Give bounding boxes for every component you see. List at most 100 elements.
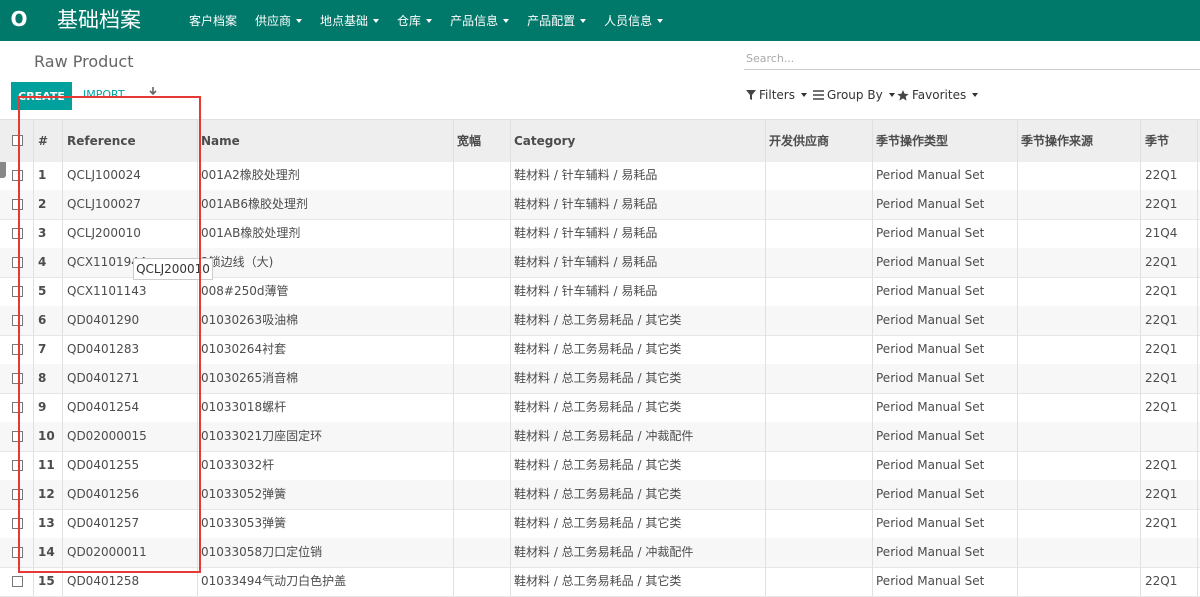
- row-checkbox[interactable]: [12, 199, 23, 210]
- column-header-category[interactable]: Category: [514, 120, 575, 162]
- reference-cell: QD0401255: [67, 458, 140, 472]
- season-op-type-cell: Period Manual Set: [876, 429, 985, 443]
- row-checkbox[interactable]: [12, 286, 23, 297]
- row-number: 3: [38, 226, 47, 240]
- column-header-name[interactable]: Name: [201, 120, 240, 162]
- row-checkbox[interactable]: [12, 431, 23, 442]
- row-number: 4: [38, 255, 47, 269]
- name-cell: 001AB橡胶处理剂: [201, 226, 301, 240]
- table-row[interactable]: 2 QCLJ100027 001AB6橡胶处理剂 鞋材料 / 针车辅料 / 易耗品 Pe…: [0, 190, 1200, 220]
- menu-label: 产品信息: [450, 13, 499, 28]
- menu-customer-files[interactable]: 客户档案: [180, 0, 246, 41]
- row-number: 5: [38, 284, 47, 298]
- category-cell: 鞋材料 / 针车辅料 / 易耗品: [514, 168, 658, 182]
- category-cell: 鞋材料 / 总工务易耗品 / 其它类: [514, 400, 682, 414]
- table-row[interactable]: 3 QCLJ200010 001AB橡胶处理剂 鞋材料 / 针车辅料 / 易耗品 Per…: [0, 219, 1200, 249]
- import-button[interactable]: IMPORT: [83, 88, 125, 101]
- menu-suppliers[interactable]: 供应商: [246, 0, 311, 41]
- season-op-type-cell: Period Manual Set: [876, 168, 985, 182]
- caret-down-icon: [373, 18, 380, 23]
- name-cell: 01030264衬套: [201, 342, 287, 356]
- select-all-checkbox[interactable]: [12, 135, 23, 146]
- name-cell: 008#250d薄管: [201, 284, 289, 298]
- menu-product-config[interactable]: 产品配置: [518, 0, 595, 41]
- row-checkbox[interactable]: [12, 228, 23, 239]
- favorites-button[interactable]: Favorites: [897, 88, 979, 102]
- row-number: 10: [38, 429, 55, 443]
- row-checkbox[interactable]: [12, 576, 23, 587]
- column-header-dev-supplier[interactable]: 开发供应商: [769, 120, 829, 162]
- season-op-type-cell: Period Manual Set: [876, 313, 985, 327]
- season-cell: 22Q1: [1145, 516, 1178, 530]
- name-cell: 001A2橡胶处理剂: [201, 168, 300, 182]
- row-checkbox[interactable]: [12, 257, 23, 268]
- caret-down-icon: [580, 18, 587, 23]
- reference-cell: QD0401256: [67, 487, 140, 501]
- reference-cell: QCX1101143: [67, 284, 147, 298]
- category-cell: 鞋材料 / 总工务易耗品 / 其它类: [514, 342, 682, 356]
- table-row[interactable]: 14 QD02000011 01033058刀口定位销 鞋材料 / 总工务易耗品 / …: [0, 538, 1200, 568]
- table-row[interactable]: 13 QD0401257 01033053弹簧 鞋材料 / 总工务易耗品 / 其它类 P…: [0, 509, 1200, 539]
- row-number: 7: [38, 342, 47, 356]
- name-cell: 01033058刀口定位销: [201, 545, 323, 559]
- column-header-number[interactable]: #: [38, 120, 48, 162]
- star-icon: [897, 89, 909, 101]
- row-checkbox[interactable]: [12, 344, 23, 355]
- table-row[interactable]: 15 QD0401258 01033494气动刀白色护盖 鞋材料 / 总工务易耗品 /…: [0, 567, 1200, 597]
- create-button[interactable]: CREATE: [11, 82, 72, 110]
- app-logo-icon[interactable]: O: [10, 8, 28, 30]
- column-divider: [62, 119, 63, 596]
- menu-label: 供应商: [255, 13, 292, 28]
- column-header-season-op-type[interactable]: 季节操作类型: [876, 120, 948, 162]
- row-checkbox[interactable]: [12, 460, 23, 471]
- table-row[interactable]: 6 QD0401290 01030263吸油棉 鞋材料 / 总工务易耗品 / 其它类 P…: [0, 306, 1200, 336]
- row-checkbox[interactable]: [12, 547, 23, 558]
- table-row[interactable]: 7 QD0401283 01030264衬套 鞋材料 / 总工务易耗品 / 其它类 Pe…: [0, 335, 1200, 365]
- menu-location-basics[interactable]: 地点基础: [311, 0, 388, 41]
- column-divider: [872, 119, 873, 596]
- season-cell: 22Q1: [1145, 487, 1178, 501]
- row-number: 11: [38, 458, 55, 472]
- season-op-type-cell: Period Manual Set: [876, 342, 985, 356]
- column-divider: [1140, 119, 1141, 596]
- group-by-button[interactable]: Group By: [813, 88, 895, 102]
- reference-cell: QD0401290: [67, 313, 140, 327]
- row-checkbox[interactable]: [12, 170, 23, 181]
- row-checkbox[interactable]: [12, 518, 23, 529]
- table-row[interactable]: 1 QCLJ100024 001A2橡胶处理剂 鞋材料 / 针车辅料 / 易耗品 Per…: [0, 161, 1200, 191]
- menu-label: 客户档案: [189, 13, 238, 28]
- category-cell: 鞋材料 / 针车辅料 / 易耗品: [514, 226, 658, 240]
- category-cell: 鞋材料 / 针车辅料 / 易耗品: [514, 284, 658, 298]
- reference-cell: QCLJ100024: [67, 168, 141, 182]
- column-header-season-op-source[interactable]: 季节操作来源: [1021, 120, 1093, 162]
- reference-tooltip: QCLJ200010: [133, 258, 213, 280]
- table-row[interactable]: 8 QD0401271 01030265消音棉 鞋材料 / 总工务易耗品 / 其它类 P…: [0, 364, 1200, 394]
- row-checkbox[interactable]: [12, 373, 23, 384]
- caret-down-icon: [296, 18, 303, 23]
- search-input[interactable]: [744, 48, 1200, 70]
- reference-cell: QD02000011: [67, 545, 147, 559]
- row-checkbox[interactable]: [12, 315, 23, 326]
- name-cell: 001AB6橡胶处理剂: [201, 197, 308, 211]
- table-row[interactable]: 11 QD0401255 01033032杆 鞋材料 / 总工务易耗品 / 其它类 Pe…: [0, 451, 1200, 481]
- caret-down-icon: [426, 18, 433, 23]
- column-header-season[interactable]: 季节: [1145, 120, 1169, 162]
- filters-button[interactable]: Filters: [746, 88, 807, 102]
- season-cell: 21Q4: [1145, 226, 1178, 240]
- menu-label: 人员信息: [604, 13, 653, 28]
- season-op-type-cell: Period Manual Set: [876, 226, 985, 240]
- row-checkbox[interactable]: [12, 489, 23, 500]
- menu-product-info[interactable]: 产品信息: [441, 0, 518, 41]
- table-row[interactable]: 9 QD0401254 01033018螺杆 鞋材料 / 总工务易耗品 / 其它类 Pe…: [0, 393, 1200, 423]
- table-row[interactable]: 10 QD02000015 01033021刀座固定环 鞋材料 / 总工务易耗品 / …: [0, 422, 1200, 452]
- season-cell: 22Q1: [1145, 342, 1178, 356]
- download-icon[interactable]: [146, 86, 160, 100]
- table-row[interactable]: 12 QD0401256 01033052弹簧 鞋材料 / 总工务易耗品 / 其它类 P…: [0, 480, 1200, 510]
- season-cell: 22Q1: [1145, 313, 1178, 327]
- menu-personnel-info[interactable]: 人员信息: [595, 0, 672, 41]
- column-header-width[interactable]: 宽幅: [457, 120, 481, 162]
- menu-warehouse[interactable]: 仓库: [388, 0, 441, 41]
- row-checkbox[interactable]: [12, 402, 23, 413]
- column-header-reference[interactable]: Reference: [67, 120, 136, 162]
- table-row[interactable]: 5 QCX1101143 008#250d薄管 鞋材料 / 针车辅料 / 易耗品 Per…: [0, 277, 1200, 307]
